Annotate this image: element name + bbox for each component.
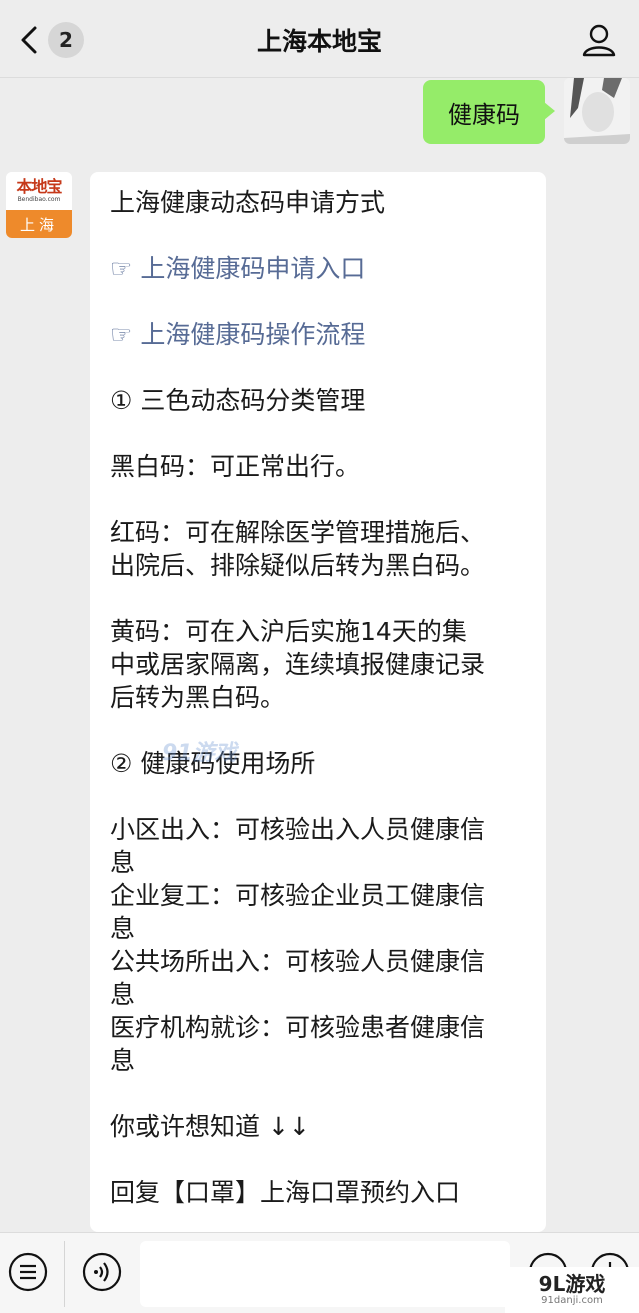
text-line: 公共场所出入：可核验人员健康信 <box>110 947 486 976</box>
section-heading: ① 三色动态码分类管理 <box>110 386 366 415</box>
message-input[interactable] <box>140 1241 510 1307</box>
chat-header: 2 上海本地宝 <box>0 0 639 78</box>
text-line: 小区出入：可核验出入人员健康信 <box>110 815 486 844</box>
text-line: 黄码：可在入沪后实施14天的集 <box>110 617 467 646</box>
text-line: 后转为黑白码。 <box>110 683 286 712</box>
bot-logo: 本地宝 Bendibao.com <box>6 172 72 210</box>
text-line: 红码：可在解除医学管理措施后、 <box>110 518 486 547</box>
link-apply-entry[interactable]: ☞ 上海健康码申请入口 <box>110 252 526 285</box>
text-line: 企业复工：可核验企业员工健康信 <box>110 881 486 910</box>
page-title: 上海本地宝 <box>256 27 382 56</box>
text-line: 出院后、排除疑似后转为黑白码。 <box>110 551 486 580</box>
text-line: 息 <box>110 848 136 877</box>
text-line: 息 <box>110 914 136 943</box>
link-operation-flow[interactable]: ☞ 上海健康码操作流程 <box>110 318 526 351</box>
text-line: 黑白码：可正常出行。 <box>110 452 361 481</box>
outgoing-message: 健康码 <box>423 80 555 144</box>
bot-logo-city: 上海 <box>6 210 72 238</box>
voice-icon[interactable] <box>80 1250 124 1294</box>
text-line: 医疗机构就诊：可核验患者健康信 <box>110 1013 486 1042</box>
watermark-corner: 9L游戏 91danji.com <box>505 1267 639 1313</box>
watermark-logo: 91游戏 <box>162 741 237 766</box>
text-line: 回复【口罩】上海口罩预约入口 <box>110 1178 461 1207</box>
divider <box>64 1241 65 1307</box>
text-line: 中或居家隔离，连续填报健康记录 <box>110 650 486 679</box>
my-avatar[interactable] <box>564 78 630 144</box>
incoming-message: 上海健康动态码申请方式 ☞ 上海健康码申请入口 ☞ 上海健康码操作流程 ① 三色… <box>90 172 546 1232</box>
menu-icon[interactable] <box>6 1250 50 1294</box>
bot-avatar[interactable]: 本地宝 Bendibao.com 上海 <box>6 172 72 238</box>
text-line: 息 <box>110 980 136 1009</box>
user-icon[interactable] <box>581 22 617 58</box>
text-line: 你或许想知道 ↓↓ <box>110 1112 310 1141</box>
text-line: 息 <box>110 1046 136 1075</box>
message-title: 上海健康动态码申请方式 <box>110 188 386 217</box>
